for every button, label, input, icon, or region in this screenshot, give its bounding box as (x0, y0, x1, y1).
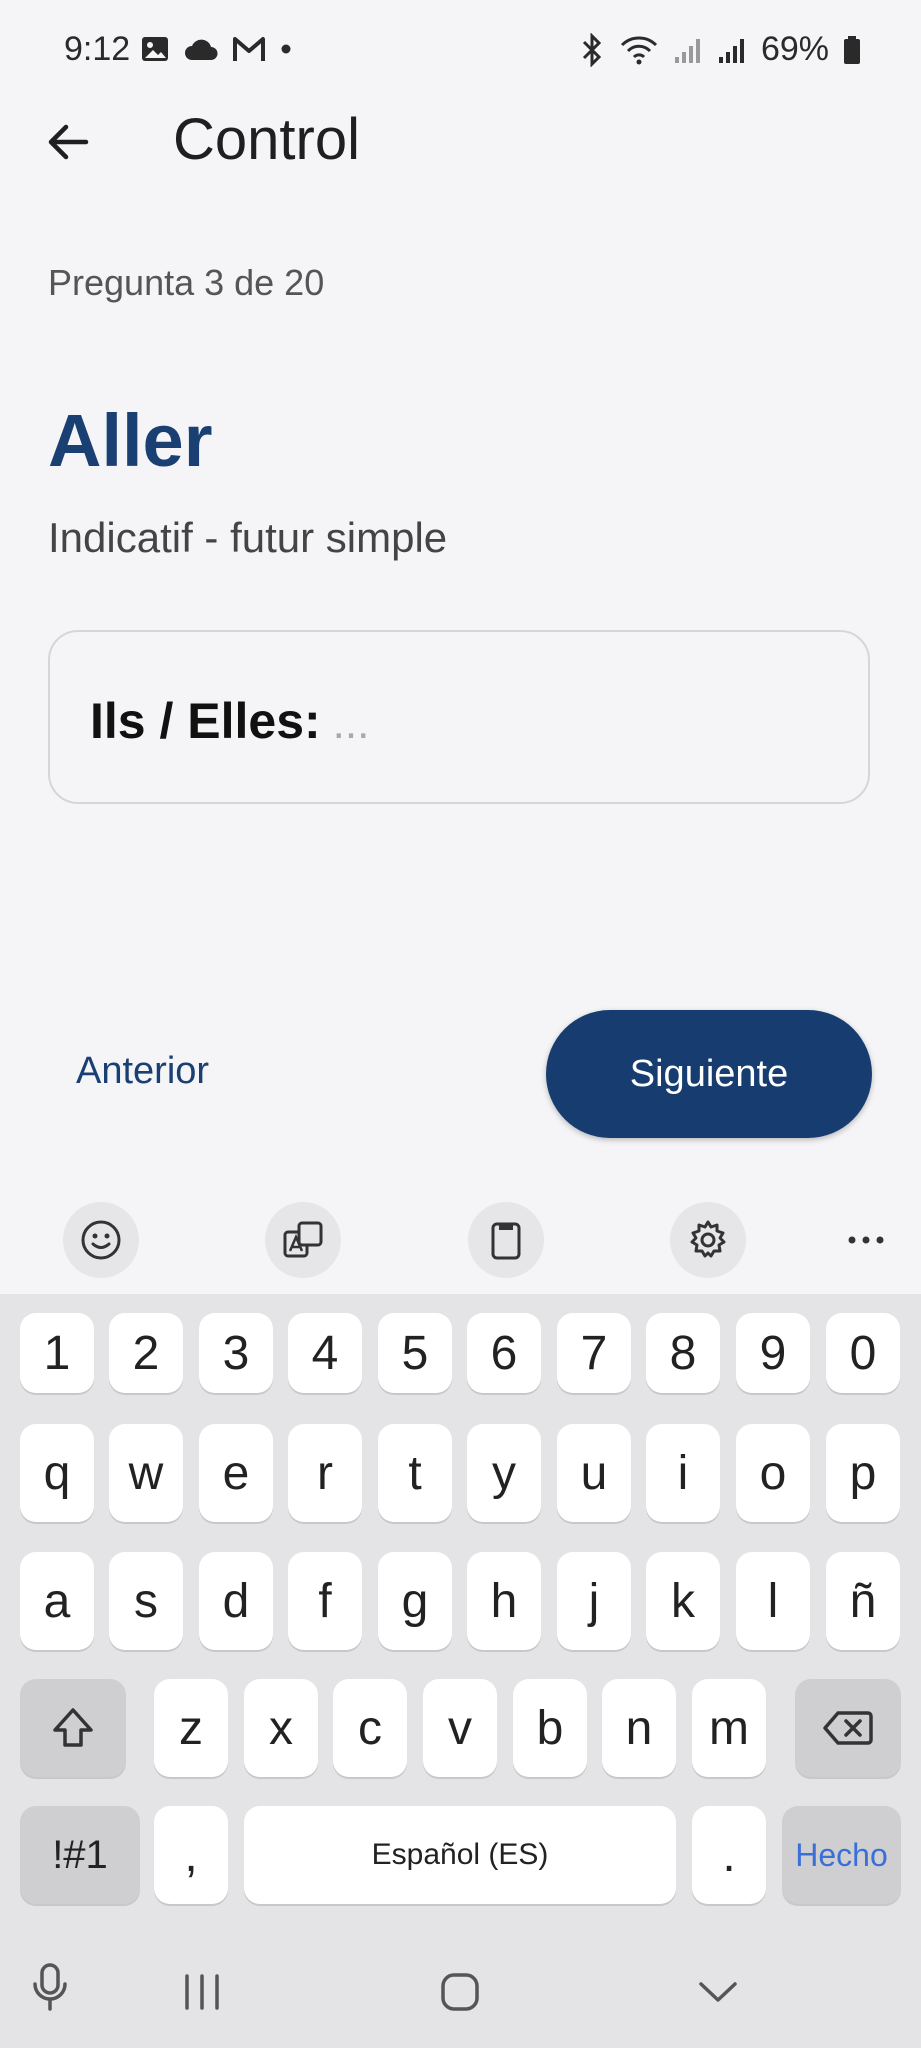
cloud-icon (185, 39, 218, 60)
voice-input-button[interactable] (30, 1962, 70, 2017)
verb-title: Aller (48, 399, 213, 482)
key[interactable]: y (467, 1424, 541, 1522)
key[interactable]: t (378, 1424, 452, 1522)
key[interactable]: 4 (288, 1313, 362, 1393)
key[interactable]: b (513, 1679, 587, 1777)
key[interactable]: n (602, 1679, 676, 1777)
backspace-key[interactable] (795, 1679, 901, 1777)
battery-icon (844, 35, 860, 64)
key[interactable]: 7 (557, 1313, 631, 1393)
gear-icon (690, 1220, 726, 1258)
home-icon (441, 1973, 479, 2011)
key[interactable]: m (692, 1679, 766, 1777)
key[interactable]: 6 (467, 1313, 541, 1393)
key[interactable]: c (333, 1679, 407, 1777)
key[interactable]: w (109, 1424, 183, 1522)
more-horizontal-icon (848, 1236, 884, 1244)
clipboard-button[interactable] (468, 1202, 544, 1278)
settings-button[interactable] (670, 1202, 746, 1278)
key[interactable]: d (199, 1552, 273, 1650)
key[interactable]: 1 (20, 1313, 94, 1393)
symbols-key[interactable]: !#1 (20, 1806, 140, 1904)
status-time: 9:12 (64, 30, 131, 68)
gmail-icon (233, 37, 265, 61)
key[interactable]: 5 (378, 1313, 452, 1393)
page-title: Control (173, 107, 360, 172)
more-options-button[interactable] (846, 1222, 886, 1263)
pronoun-label: Ils / Elles: (90, 693, 321, 749)
bluetooth-icon (582, 32, 602, 67)
wifi-icon (620, 35, 657, 64)
key[interactable]: s (109, 1552, 183, 1650)
key[interactable]: 0 (826, 1313, 900, 1393)
emoji-button[interactable] (63, 1202, 139, 1278)
answer-input[interactable]: ... (333, 699, 370, 748)
emoji-icon (81, 1220, 121, 1260)
microphone-icon (33, 1963, 67, 2011)
key[interactable]: o (736, 1424, 810, 1522)
home-button[interactable] (440, 1972, 480, 2017)
image-icon (142, 37, 168, 61)
key[interactable]: 8 (646, 1313, 720, 1393)
shift-icon (53, 1708, 93, 1747)
key[interactable]: z (154, 1679, 228, 1777)
key[interactable]: f (288, 1552, 362, 1650)
system-icons: 69% (579, 30, 861, 69)
key[interactable]: 2 (109, 1313, 183, 1393)
key[interactable]: l (736, 1552, 810, 1650)
backspace-icon (823, 1711, 873, 1745)
notification-icons (140, 34, 292, 64)
key[interactable]: i (646, 1424, 720, 1522)
key[interactable]: ñ (826, 1552, 900, 1650)
key[interactable]: k (646, 1552, 720, 1650)
key[interactable]: q (20, 1424, 94, 1522)
dot-icon (281, 44, 291, 54)
key[interactable]: v (423, 1679, 497, 1777)
key[interactable]: x (244, 1679, 318, 1777)
hide-keyboard-button[interactable] (696, 1976, 740, 2011)
question-progress: Pregunta 3 de 20 (48, 262, 325, 303)
status-bar: 9:12 69% (0, 0, 921, 100)
key[interactable]: 3 (199, 1313, 273, 1393)
chevron-down-icon (699, 1982, 737, 2002)
recent-apps-icon (185, 1974, 219, 2010)
key[interactable]: u (557, 1424, 631, 1522)
clipboard-icon (491, 1222, 521, 1260)
battery-percent: 69% (760, 30, 829, 68)
key[interactable]: e (199, 1424, 273, 1522)
done-key[interactable]: Hecho (782, 1806, 901, 1904)
answer-row[interactable]: Ils / Elles:... (90, 692, 369, 750)
key[interactable]: 9 (736, 1313, 810, 1393)
recent-apps-button[interactable] (180, 1972, 224, 2017)
translate-button[interactable] (265, 1202, 341, 1278)
space-key[interactable]: Español (ES) (244, 1806, 676, 1904)
signal-icon-2 (718, 38, 744, 63)
next-button[interactable]: Siguiente (546, 1010, 872, 1138)
key[interactable]: h (467, 1552, 541, 1650)
key[interactable]: a (20, 1552, 94, 1650)
key[interactable]: g (378, 1552, 452, 1650)
signal-icon (674, 38, 700, 63)
key[interactable]: r (288, 1424, 362, 1522)
period-key[interactable]: . (692, 1806, 766, 1904)
shift-key[interactable] (20, 1679, 126, 1777)
tense-label: Indicatif - futur simple (48, 514, 448, 561)
comma-key[interactable]: , (154, 1806, 228, 1904)
back-button[interactable] (44, 112, 92, 172)
key[interactable]: j (557, 1552, 631, 1650)
key[interactable]: p (826, 1424, 900, 1522)
arrow-back-icon (48, 124, 89, 160)
translate-icon (283, 1221, 323, 1258)
answer-card[interactable]: Ils / Elles:... (48, 630, 870, 804)
previous-button[interactable]: Anterior (76, 1050, 209, 1093)
